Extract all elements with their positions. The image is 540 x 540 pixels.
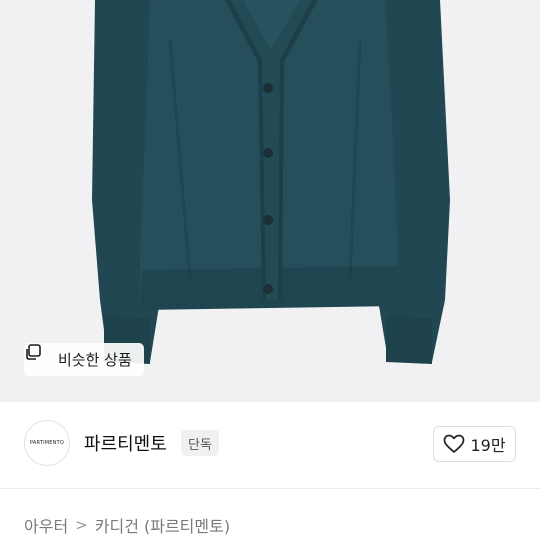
like-button[interactable]: 19만 bbox=[433, 426, 516, 462]
breadcrumb-subcategory[interactable]: 카디건 (파르티멘토) bbox=[95, 513, 230, 537]
brand-row: PARTIMENTO 파르티멘토 단독 19만 bbox=[0, 402, 540, 488]
heart-icon bbox=[443, 434, 465, 454]
breadcrumb: 아우터 > 카디건 (파르티멘토) bbox=[24, 513, 230, 537]
product-image[interactable]: 비슷한 상품 bbox=[0, 0, 540, 402]
exclusive-badge: 단독 bbox=[181, 430, 219, 456]
breadcrumb-category[interactable]: 아우터 bbox=[24, 513, 68, 537]
copy-icon bbox=[26, 344, 52, 369]
brand-logo[interactable]: PARTIMENTO bbox=[24, 420, 70, 466]
breadcrumb-separator: > bbox=[75, 516, 88, 534]
similar-products-button[interactable]: 비슷한 상품 bbox=[24, 343, 144, 376]
brand-name[interactable]: 파르티멘토 bbox=[84, 430, 167, 456]
like-count: 19만 bbox=[470, 436, 506, 455]
brand-logo-text: PARTIMENTO bbox=[30, 440, 64, 446]
cardigan-illustration bbox=[92, 0, 450, 364]
similar-products-label: 비슷한 상품 bbox=[58, 351, 132, 369]
divider bbox=[0, 488, 540, 489]
